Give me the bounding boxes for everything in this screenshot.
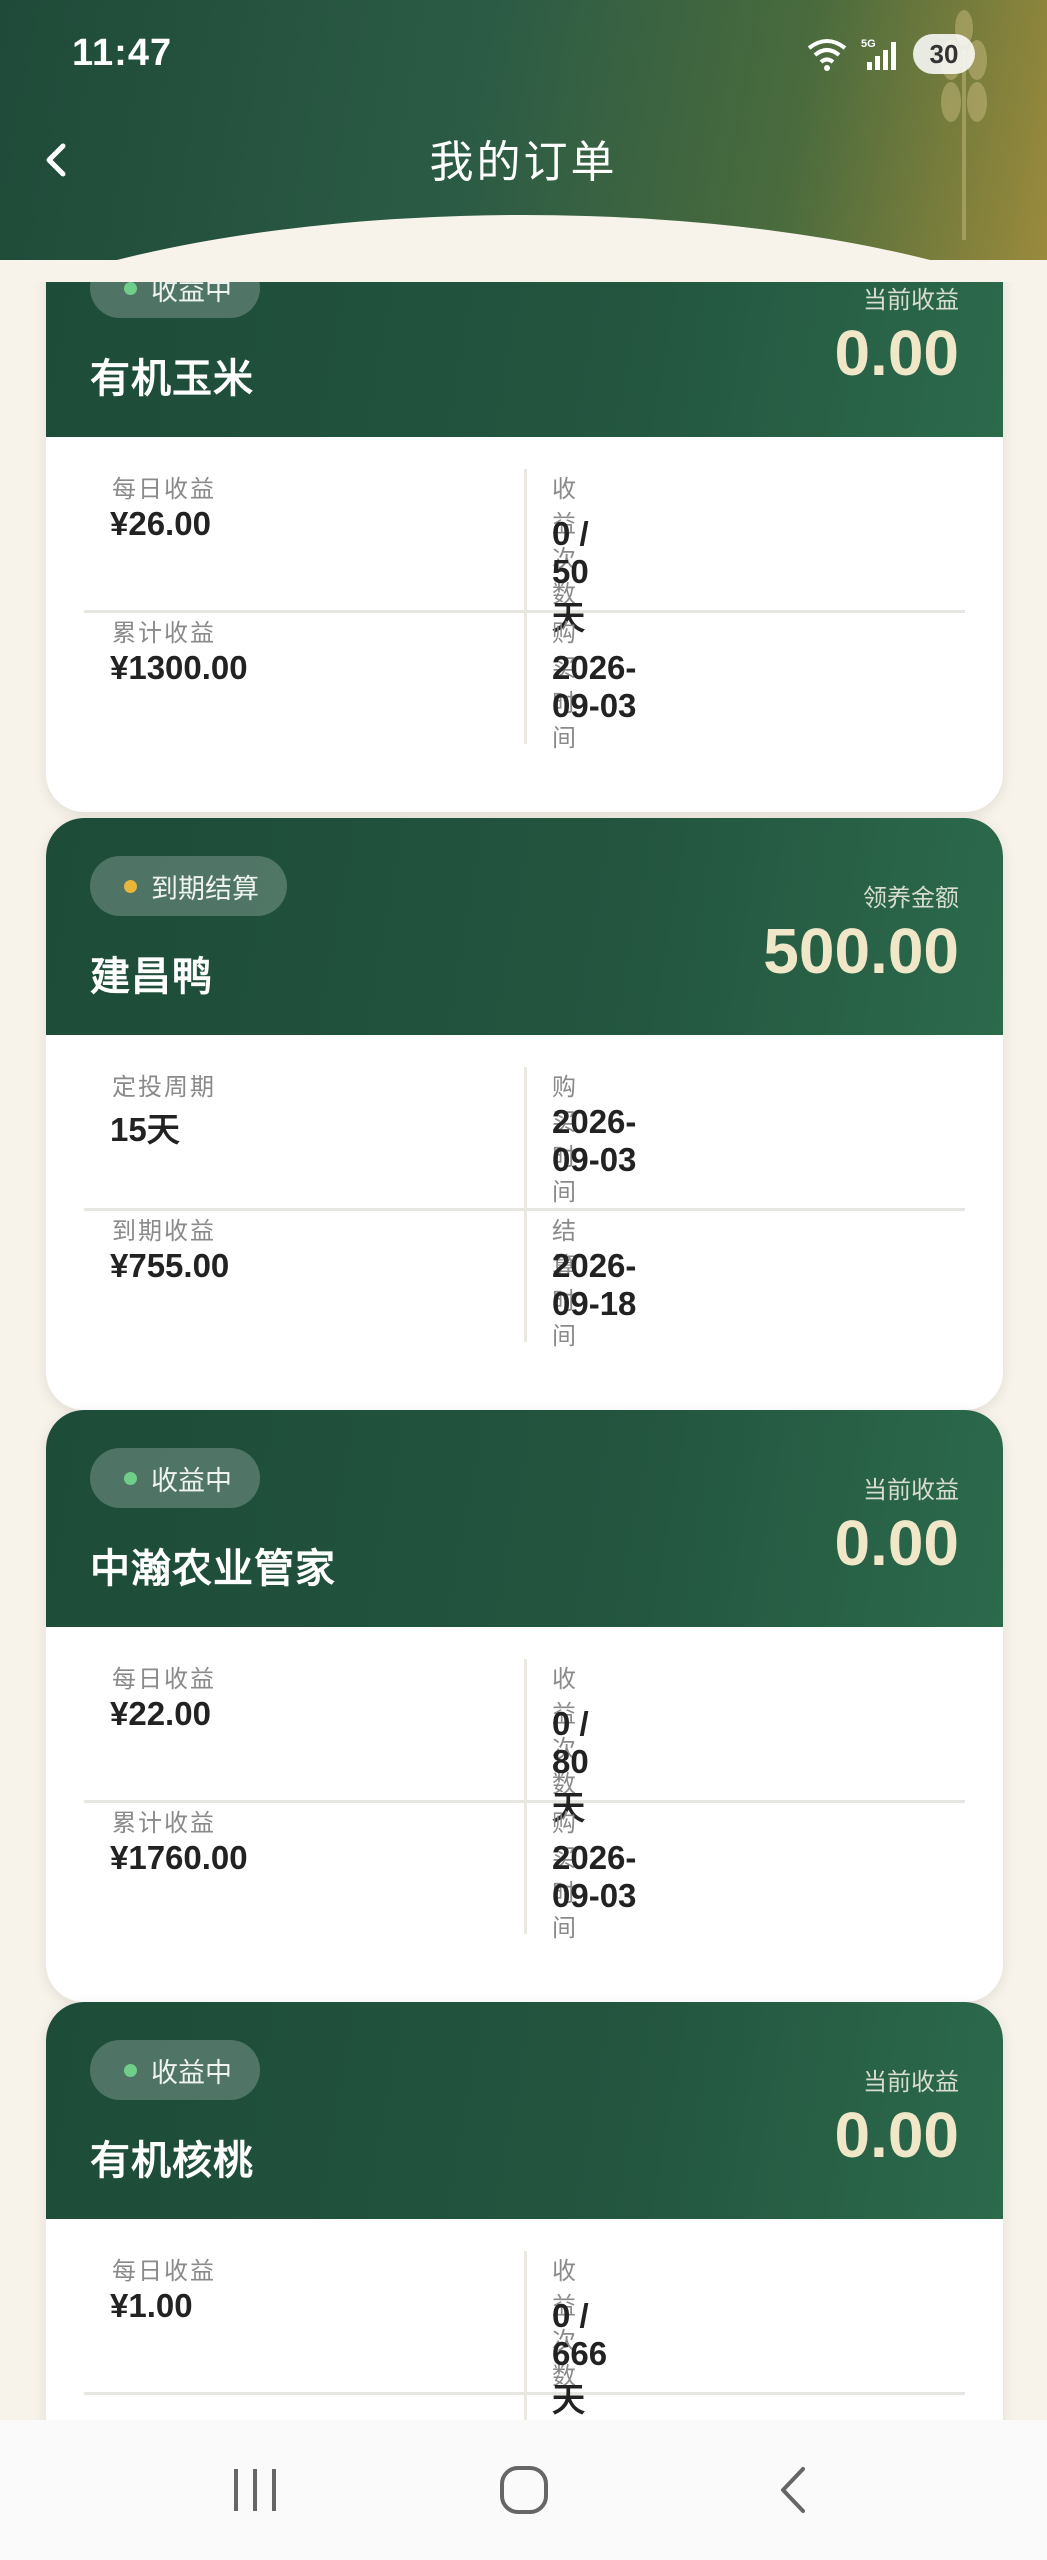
- info-cell: 结算时间 2026-09-18: [46, 1179, 636, 1350]
- amount-value: 0.00: [834, 2099, 959, 2171]
- divider: [524, 1659, 527, 1934]
- nav-back-button[interactable]: [743, 2440, 843, 2540]
- back-icon: [780, 2467, 805, 2513]
- order-card[interactable]: 收益中 有机核桃 当前收益 0.00 每日收益 ¥1.00 收益次数 0 / 6…: [46, 2002, 1003, 2420]
- product-name: 有机核桃: [90, 2138, 254, 2184]
- info-cell: 购买时间 2026-09-03: [46, 581, 636, 752]
- info-value: 2026-09-18: [552, 1247, 637, 1322]
- order-card[interactable]: 收益中 有机玉米 当前收益 0.00 每日收益 ¥26.00 收益次数 0 / …: [46, 282, 1003, 812]
- svg-text:5G: 5G: [861, 38, 876, 50]
- wifi-icon: [807, 39, 847, 71]
- status-dot: [124, 282, 137, 295]
- status-label: 收益中: [151, 1465, 232, 1497]
- status-icons: 5G 30: [805, 34, 975, 74]
- status-badge: 收益中: [90, 282, 260, 318]
- order-card-body: 每日收益 ¥26.00 收益次数 0 / 50天 累计收益 ¥1300.00 购…: [46, 437, 1003, 812]
- order-card-body: 定投周期 15天 购买时间 2026-09-03 到期收益 ¥755.00 结算…: [46, 1035, 1003, 1410]
- home-icon: [499, 2466, 548, 2514]
- info-value: 2026-09-03: [552, 649, 637, 724]
- status-dot: [124, 2063, 137, 2077]
- order-card-body: 每日收益 ¥22.00 收益次数 0 / 80天 累计收益 ¥1760.00 购…: [46, 1627, 1003, 2002]
- info-value: 2026-09-03: [552, 1103, 637, 1178]
- order-card-header: 收益中 中瀚农业管家 当前收益 0.00: [46, 1410, 1003, 1627]
- status-label: 到期结算: [151, 873, 259, 905]
- status-badge: 收益中: [90, 2040, 260, 2100]
- order-card-header: 到期结算 建昌鸭 领养金额 500.00: [46, 818, 1003, 1035]
- status-dot: [124, 879, 137, 893]
- info-cell: 购买时间 2026-09-03: [46, 1035, 636, 1206]
- info-cell: 收益次数 0 / 50天: [46, 437, 589, 636]
- status-label: 收益中: [151, 282, 232, 307]
- header: 11:47 5G 30 我的订单: [0, 0, 1047, 260]
- status-badge: 收益中: [90, 1448, 260, 1508]
- header-curve: [0, 215, 1047, 260]
- status-dot: [124, 1471, 137, 1485]
- status-badge: 到期结算: [90, 856, 287, 916]
- status-time: 11:47: [72, 32, 173, 74]
- amount-label: 当前收益: [863, 286, 959, 314]
- info-value: 0 / 666天: [552, 2297, 608, 2418]
- order-card-body: 每日收益 ¥1.00 收益次数 0 / 666天: [46, 2219, 1003, 2420]
- status-label: 收益中: [151, 2057, 232, 2089]
- recent-apps-button[interactable]: [205, 2440, 305, 2540]
- amount-label: 当前收益: [863, 2068, 959, 2096]
- recent-apps-icon: [233, 2469, 276, 2511]
- info-value: 2026-09-03: [552, 1839, 637, 1914]
- product-name: 中瀚农业管家: [90, 1546, 336, 1592]
- amount-label: 领养金额: [863, 884, 959, 912]
- info-cell: 收益次数 0 / 80天: [46, 1627, 589, 1826]
- product-name: 有机玉米: [90, 356, 254, 402]
- divider: [524, 469, 527, 744]
- amount-value: 500.00: [763, 915, 959, 987]
- order-card-header: 收益中 有机玉米 当前收益 0.00: [46, 282, 1003, 437]
- divider: [524, 1067, 527, 1342]
- battery-indicator: 30: [913, 34, 975, 74]
- order-card[interactable]: 到期结算 建昌鸭 领养金额 500.00 定投周期 15天 购买时间 2026-…: [46, 818, 1003, 1410]
- signal-5g-icon: 5G: [861, 38, 896, 70]
- product-name: 建昌鸭: [90, 954, 213, 1000]
- home-button[interactable]: [474, 2440, 574, 2540]
- order-card-header: 收益中 有机核桃 当前收益 0.00: [46, 2002, 1003, 2219]
- status-bar: 11:47 5G 30: [0, 0, 1047, 110]
- order-card[interactable]: 收益中 中瀚农业管家 当前收益 0.00 每日收益 ¥22.00 收益次数 0 …: [46, 1410, 1003, 2002]
- page-title: 我的订单: [429, 137, 618, 188]
- amount-value: 0.00: [834, 1507, 959, 1579]
- amount-label: 当前收益: [863, 1476, 959, 1504]
- order-list[interactable]: 收益中 有机玉米 当前收益 0.00 每日收益 ¥26.00 收益次数 0 / …: [0, 282, 1047, 2420]
- divider: [84, 2392, 965, 2395]
- info-cell: 购买时间 2026-09-03: [46, 1771, 636, 1942]
- info-cell: 收益次数 0 / 666天: [46, 2219, 607, 2418]
- system-nav-bar: [0, 2420, 1047, 2560]
- amount-value: 0.00: [834, 317, 959, 389]
